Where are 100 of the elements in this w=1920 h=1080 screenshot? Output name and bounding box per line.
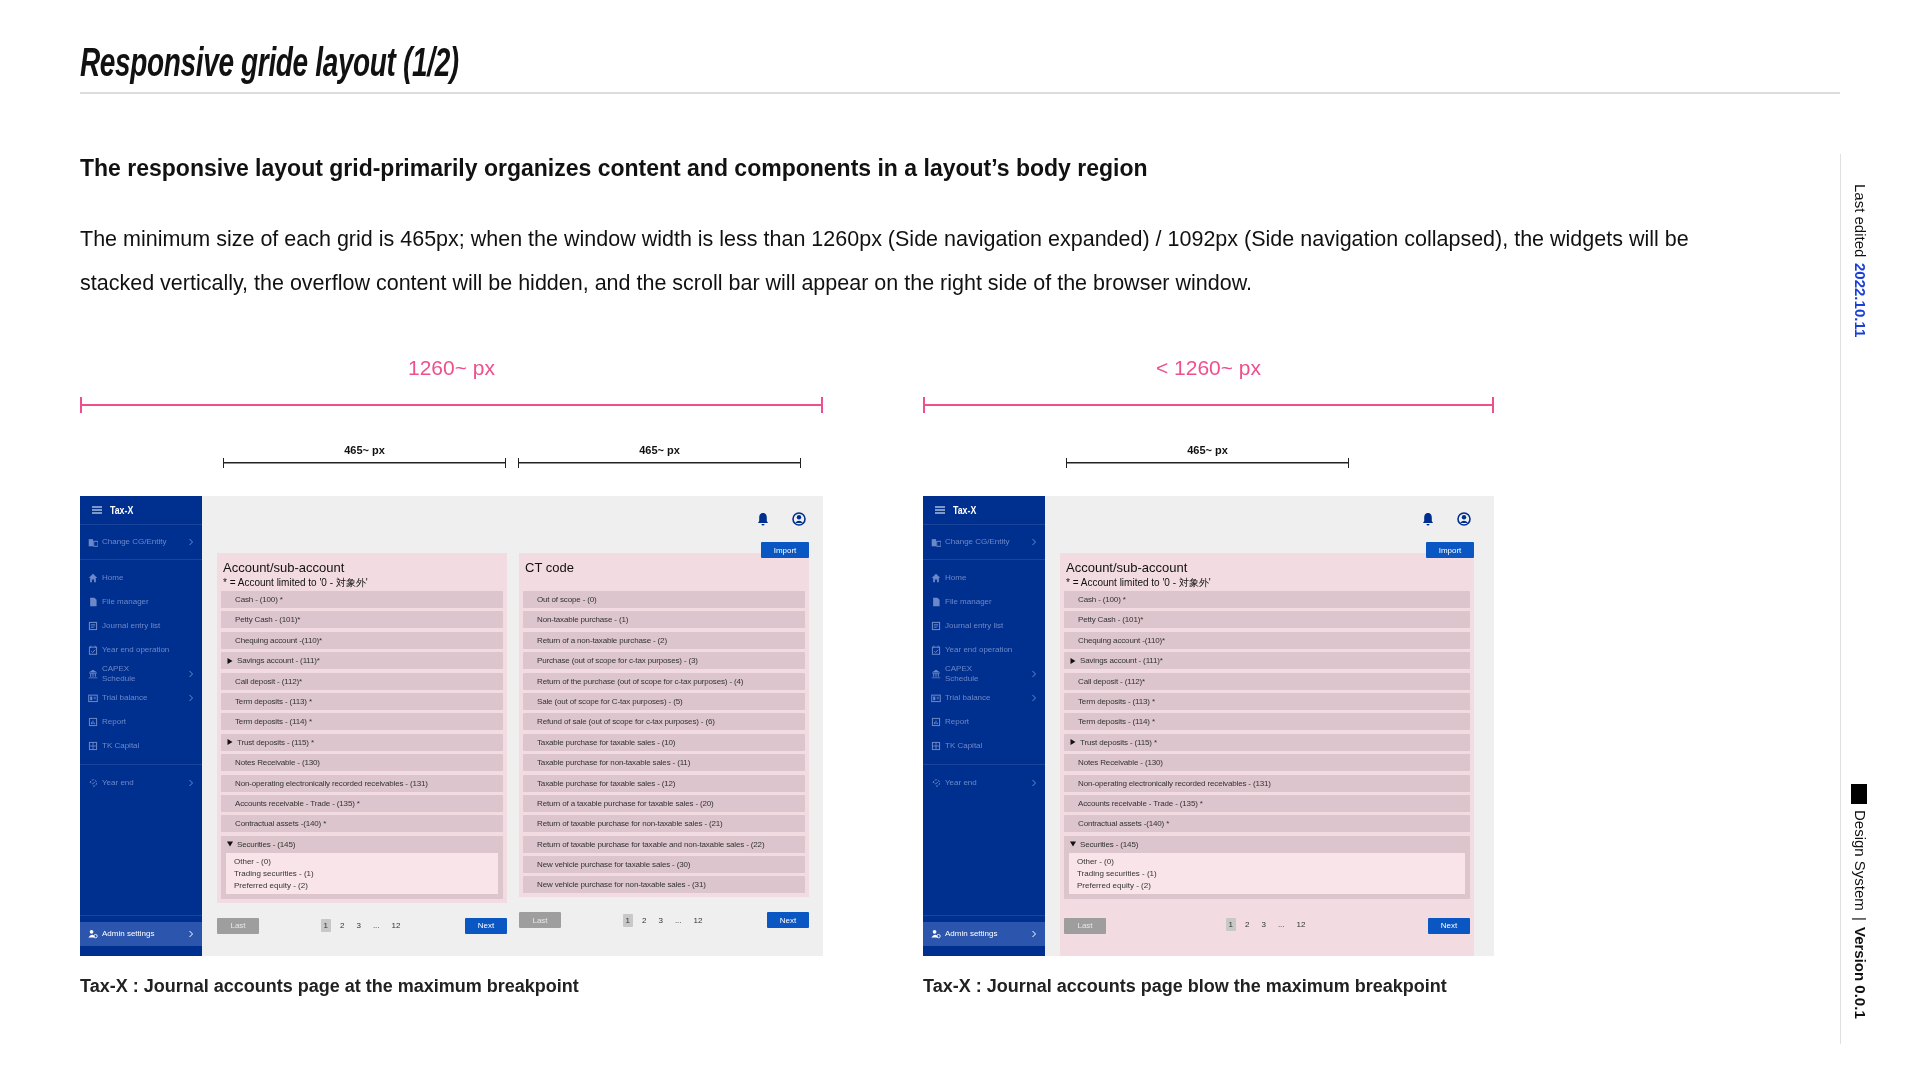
caret-icon[interactable] — [227, 657, 233, 664]
next-button[interactable]: Next — [465, 917, 507, 934]
calendar-icon — [88, 645, 98, 655]
figure-caption: Tax-X : Journal accounts page at the maximum breakpoint — [80, 975, 580, 997]
list-row[interactable]: Term deposits - (114) * — [221, 713, 503, 731]
list-row[interactable]: Cash - (100) * — [1064, 591, 1470, 608]
list-row[interactable]: Return of taxable purchase for non-taxable sales - (21) — [523, 815, 805, 833]
list-row[interactable]: New vehicle purchase for taxable sales - (30) — [523, 856, 805, 874]
list-row[interactable]: Return of taxable purchase for taxable and non-taxable sales - (22) — [523, 835, 805, 853]
list-row[interactable]: Term deposits - (114) * — [1064, 713, 1470, 731]
list-row[interactable]: Call deposit - (112)* — [221, 672, 503, 690]
sub-item[interactable]: Preferred equity - (2) — [1077, 880, 1457, 890]
sub-item[interactable]: Other - (0) — [1077, 856, 1457, 866]
list-row[interactable]: Non-operating electronically recorded receivables - (131) — [1064, 774, 1470, 792]
file-icon — [88, 597, 98, 607]
page-number[interactable]: 3 — [1258, 917, 1269, 931]
list-row[interactable]: Non-taxable purchase - (1) — [523, 611, 805, 629]
bell-icon[interactable] — [756, 512, 770, 526]
table-icon — [931, 693, 941, 703]
nav-item[interactable]: Change CG/Entity — [923, 530, 1045, 554]
list-row[interactable]: Term deposits - (113) * — [1064, 692, 1470, 710]
list-row[interactable]: Chequing account -(110)* — [1064, 631, 1470, 649]
cycle-check-icon — [931, 778, 941, 788]
list-row[interactable]: Savings account - (111)* — [1064, 652, 1470, 670]
caret-icon[interactable] — [1070, 841, 1076, 848]
home-icon — [88, 573, 98, 583]
list-row[interactable]: Non-operating electronically recorded receivables - (131) — [221, 774, 503, 792]
caret-icon[interactable] — [227, 739, 233, 746]
next-button[interactable]: Next — [767, 912, 809, 929]
list-row[interactable]: Call deposit - (112)* — [1064, 672, 1470, 690]
list-row[interactable]: Savings account - (111)* — [221, 652, 503, 670]
list-row[interactable]: Accounts receivable - Trade - (135) * — [221, 794, 503, 812]
list-row[interactable]: Notes Receivable - (130) — [221, 754, 503, 772]
list-row[interactable]: Sale (out of scope for C-tax purposes) - (5) — [523, 692, 805, 710]
sub-item[interactable]: Preferred equity - (2) — [234, 880, 490, 890]
caret-icon[interactable] — [1070, 657, 1076, 664]
nav-item[interactable]: Admin settings — [80, 922, 202, 946]
page-number[interactable]: ... — [1274, 917, 1288, 931]
sub-item[interactable]: Trading securities - (1) — [234, 868, 490, 878]
list-row[interactable]: Return of a taxable purchase for taxable sales - (20) — [523, 794, 805, 812]
nav-item[interactable]: Year end — [923, 771, 1045, 795]
separator: | — [1851, 917, 1869, 922]
list-row[interactable]: Return of a non-taxable purchase - (2) — [523, 631, 805, 649]
dimension-label: 465~ px — [344, 443, 385, 458]
page-number[interactable]: 12 — [690, 913, 706, 927]
nav-item[interactable]: Year end — [80, 771, 202, 795]
page-number[interactable]: 3 — [353, 919, 364, 933]
page-number[interactable]: 1 — [622, 913, 633, 927]
list-row[interactable]: Trust deposits - (115) * — [221, 733, 503, 751]
page-number[interactable]: 1 — [1225, 917, 1236, 931]
page-number[interactable]: 1 — [320, 919, 331, 933]
list-row[interactable]: Securities - (145) Other - (0) Trading securities - (1) Preferred equity - (2) — [1064, 835, 1470, 899]
import-button[interactable]: Import — [761, 542, 809, 558]
legend-note: * = Account limited to '0 - 対象外' — [1065, 577, 1212, 589]
list-row[interactable]: Notes Receivable - (130) — [1064, 754, 1470, 772]
page-number[interactable]: 2 — [337, 919, 348, 933]
list-row[interactable]: Securities - (145) Other - (0) Trading securities - (1) Preferred equity - (2) — [221, 835, 503, 899]
user-icon[interactable] — [1457, 512, 1471, 526]
menu-icon[interactable] — [92, 506, 102, 514]
list-row[interactable]: Contractual assets -(140) * — [221, 815, 503, 833]
list-row[interactable]: Trust deposits - (115) * — [1064, 733, 1470, 751]
list-row[interactable]: Taxable purchase for taxable sales - (12) — [523, 774, 805, 792]
page-number[interactable]: 12 — [1293, 917, 1309, 931]
list-row[interactable]: Taxable purchase for taxable sales - (10) — [523, 733, 805, 751]
app-logo[interactable]: Tax-X — [953, 504, 977, 516]
list-row[interactable]: Contractual assets -(140) * — [1064, 815, 1470, 833]
list-row[interactable]: Return of the purchase (out of scope for c-tax purposes) - (4) — [523, 672, 805, 690]
sub-item[interactable]: Other - (0) — [234, 856, 490, 866]
list-row[interactable]: Cash - (100) * — [221, 591, 503, 608]
list-row[interactable]: Petty Cash - (101)* — [1064, 611, 1470, 629]
page-number[interactable]: ... — [671, 913, 685, 927]
list-row[interactable]: Term deposits - (113) * — [221, 692, 503, 710]
list-icon — [88, 621, 98, 631]
list-icon — [931, 621, 941, 631]
user-icon[interactable] — [792, 512, 806, 526]
page-number[interactable]: 12 — [388, 919, 404, 933]
list-row[interactable]: Purchase (out of scope for c-tax purposes) - (3) — [523, 652, 805, 670]
section-heading: The responsive layout grid-primarily organizes content and components in a layout’s body region — [80, 154, 1149, 182]
app-logo[interactable]: Tax-X — [110, 504, 134, 516]
nav-item[interactable]: Admin settings — [923, 922, 1045, 946]
list-row[interactable]: Accounts receivable - Trade - (135) * — [1064, 794, 1470, 812]
sub-item[interactable]: Trading securities - (1) — [1077, 868, 1457, 878]
nav-item[interactable]: Change CG/Entity — [80, 530, 202, 554]
next-button[interactable]: Next — [1428, 917, 1470, 934]
caret-icon[interactable] — [1070, 739, 1076, 746]
list-row[interactable]: Chequing account -(110)* — [221, 631, 503, 649]
list-row[interactable]: Out of scope - (0) — [523, 591, 805, 608]
menu-icon[interactable] — [935, 506, 945, 514]
page-number[interactable]: 2 — [1242, 917, 1253, 931]
list-row[interactable]: Taxable purchase for non-taxable sales - (11) — [523, 754, 805, 772]
bank-icon — [931, 669, 941, 679]
page-number[interactable]: 3 — [655, 913, 666, 927]
page-number[interactable]: 2 — [639, 913, 650, 927]
import-button[interactable]: Import — [1426, 542, 1474, 558]
list-row[interactable]: Refund of sale (out of scope for c-tax purposes) - (6) — [523, 713, 805, 731]
caret-icon[interactable] — [227, 841, 233, 848]
list-row[interactable]: Petty Cash - (101)* — [221, 611, 503, 629]
list-row[interactable]: New vehicle purchase for non-taxable sales - (31) — [523, 876, 805, 894]
bell-icon[interactable] — [1421, 512, 1435, 526]
page-number[interactable]: ... — [369, 919, 383, 933]
